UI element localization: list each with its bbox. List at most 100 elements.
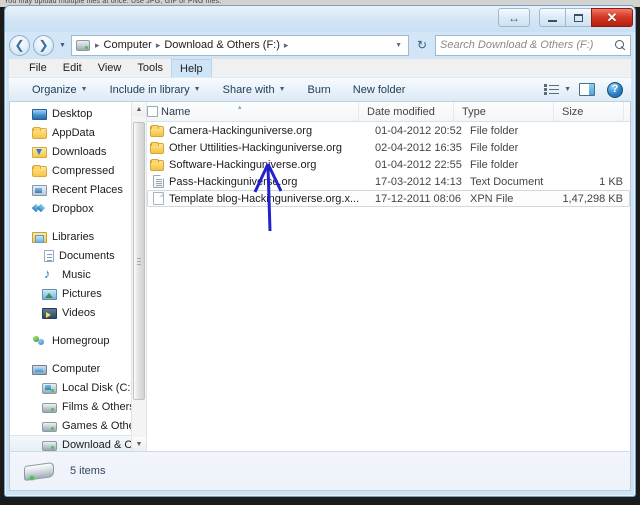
library-icon <box>32 231 47 243</box>
breadcrumb-computer[interactable]: Computer <box>103 39 153 51</box>
resize-button[interactable]: ↔ <box>498 8 530 27</box>
share-with-button[interactable]: Share with ▼ <box>212 84 297 96</box>
column-header-type[interactable]: Type <box>454 102 554 121</box>
history-dropdown-button[interactable]: ▼ <box>57 42 68 49</box>
column-header-name[interactable]: ▴ Name <box>158 102 359 121</box>
file-date-modified: 01-04-2012 20:52 <box>375 124 462 137</box>
pictures-icon <box>42 288 57 300</box>
organize-button[interactable]: Organize ▼ <box>21 84 99 96</box>
sidebar-item-recent-places[interactable]: Recent Places <box>10 180 146 199</box>
sidebar-item-label: Pictures <box>62 287 102 300</box>
minimize-icon <box>548 20 557 22</box>
table-row[interactable]: Pass-Hackinguniverse.org 17-03-2012 14:1… <box>147 173 630 190</box>
documents-icon <box>44 250 54 262</box>
column-header-size[interactable]: Size <box>554 102 624 121</box>
change-view-icon[interactable] <box>543 83 560 97</box>
hdd-icon <box>42 421 57 432</box>
column-header-label: Type <box>462 105 486 118</box>
menu-item-view[interactable]: View <box>90 59 130 77</box>
maximize-button[interactable] <box>565 8 591 27</box>
column-header-date-modified[interactable]: Date modified <box>359 102 454 121</box>
file-name: Software-Hackinguniverse.org <box>169 158 317 171</box>
close-icon: ✕ <box>606 10 618 25</box>
sidebar-item-libraries[interactable]: Libraries <box>10 227 146 246</box>
sidebar-item-label: Local Disk (C:) <box>62 381 135 394</box>
sidebar-item-label: Videos <box>62 306 96 319</box>
explorer-window: ↔ ✕ ❮ ❯ ▼ ▸ Computer ▸ Download & Others… <box>4 5 636 497</box>
column-header-label: Size <box>562 105 584 118</box>
sidebar-item-dropbox[interactable]: Dropbox <box>10 199 146 218</box>
chevron-down-icon[interactable]: ▼ <box>560 86 579 93</box>
select-all-checkbox-header[interactable] <box>147 102 158 121</box>
screenshot-root: You may upload multiple files at once. U… <box>0 0 640 505</box>
table-row[interactable]: Other Uttilities-Hackinguniverse.org 02-… <box>147 139 630 156</box>
sidebar-item-local-disk-c[interactable]: Local Disk (C:) <box>10 378 146 397</box>
row-icon-cell <box>148 124 166 137</box>
forward-button[interactable]: ❯ <box>33 34 54 56</box>
preview-pane-icon[interactable] <box>579 83 595 96</box>
drive-icon <box>22 459 56 483</box>
sidebar-item-music[interactable]: Music <box>10 265 146 284</box>
file-name: Other Uttilities-Hackinguniverse.org <box>169 141 343 154</box>
file-date-modified: 17-03-2012 14:13 <box>375 175 462 188</box>
scroll-up-button[interactable]: ▲ <box>132 102 146 116</box>
scroll-down-button[interactable]: ▼ <box>132 437 146 451</box>
close-button[interactable]: ✕ <box>591 8 633 27</box>
table-row[interactable]: Software-Hackinguniverse.org 01-04-2012 … <box>147 156 630 173</box>
navigation-scrollbar[interactable]: ▲ ▼ <box>131 102 146 451</box>
folder-icon <box>150 158 164 171</box>
sidebar-item-compressed[interactable]: Compressed <box>10 161 146 180</box>
sidebar-item-pictures[interactable]: Pictures <box>10 284 146 303</box>
include-in-library-button[interactable]: Include in library ▼ <box>99 84 212 96</box>
column-header-filler <box>624 102 630 121</box>
sidebar-item-films-others-d[interactable]: Films & Others (D: <box>10 397 146 416</box>
dropbox-icon <box>32 203 47 215</box>
sidebar-item-appdata[interactable]: AppData <box>10 123 146 142</box>
column-header-row: ▴ Name Date modified Type Size <box>147 102 630 122</box>
computer-icon <box>32 364 47 375</box>
sidebar-item-videos[interactable]: Videos <box>10 303 146 322</box>
burn-button[interactable]: Burn <box>297 84 342 96</box>
address-bar-row: ❮ ❯ ▼ ▸ Computer ▸ Download & Others (F:… <box>5 32 635 58</box>
menu-item-file[interactable]: File <box>21 59 55 77</box>
videos-icon <box>42 307 57 319</box>
table-row[interactable]: Template blog-Hackinguniverse.org.x... 1… <box>147 190 630 207</box>
sidebar-item-documents[interactable]: Documents <box>10 246 146 265</box>
breadcrumb-drive[interactable]: Download & Others (F:) <box>163 39 281 51</box>
scrollbar-thumb[interactable] <box>133 122 145 400</box>
sidebar-item-label: Downloads <box>52 145 107 158</box>
menu-item-help[interactable]: Help <box>171 59 212 77</box>
sidebar-item-downloads[interactable]: Downloads <box>10 142 146 161</box>
title-bar: ↔ ✕ <box>5 6 635 32</box>
sidebar-item-download-others-f[interactable]: Download & Othe <box>10 435 146 451</box>
music-icon <box>42 267 57 281</box>
explorer-body: Desktop AppData Downloads Compressed Rec… <box>9 102 631 452</box>
menu-item-tools[interactable]: Tools <box>129 59 171 77</box>
help-icon[interactable]: ? <box>607 81 623 98</box>
file-type: File folder <box>470 158 519 171</box>
back-button[interactable]: ❮ <box>9 34 30 56</box>
table-row[interactable]: Camera-Hackinguniverse.org 01-04-2012 20… <box>147 122 630 139</box>
address-bar[interactable]: ▸ Computer ▸ Download & Others (F:) ▸ ▼ <box>71 34 409 56</box>
sidebar-item-homegroup[interactable]: Homegroup <box>10 331 146 350</box>
sidebar-item-label: Documents <box>59 249 115 262</box>
sidebar-item-computer[interactable]: Computer <box>10 359 146 378</box>
navigation-list: Desktop AppData Downloads Compressed Rec… <box>10 102 146 451</box>
checkbox-icon[interactable] <box>147 106 158 117</box>
search-icon <box>615 39 626 51</box>
address-dropdown-caret[interactable]: ▼ <box>391 42 406 49</box>
refresh-button[interactable]: ↻ <box>412 35 432 56</box>
new-folder-button[interactable]: New folder <box>342 84 417 96</box>
minimize-button[interactable] <box>539 8 565 27</box>
search-input[interactable]: Search Download & Others (F:) <box>440 39 615 51</box>
chevron-down-icon: ▼ <box>193 86 201 93</box>
search-box[interactable]: Search Download & Others (F:) <box>435 34 631 56</box>
sidebar-item-games-others-i[interactable]: Games & Others (I <box>10 416 146 435</box>
resize-icon: ↔ <box>508 10 520 25</box>
menu-item-edit[interactable]: Edit <box>55 59 90 77</box>
scrollbar-track[interactable] <box>132 116 146 437</box>
sidebar-item-desktop[interactable]: Desktop <box>10 104 146 123</box>
share-with-label: Share with <box>222 83 275 96</box>
sidebar-item-label: Desktop <box>52 107 93 120</box>
organize-label: Organize <box>32 83 77 96</box>
